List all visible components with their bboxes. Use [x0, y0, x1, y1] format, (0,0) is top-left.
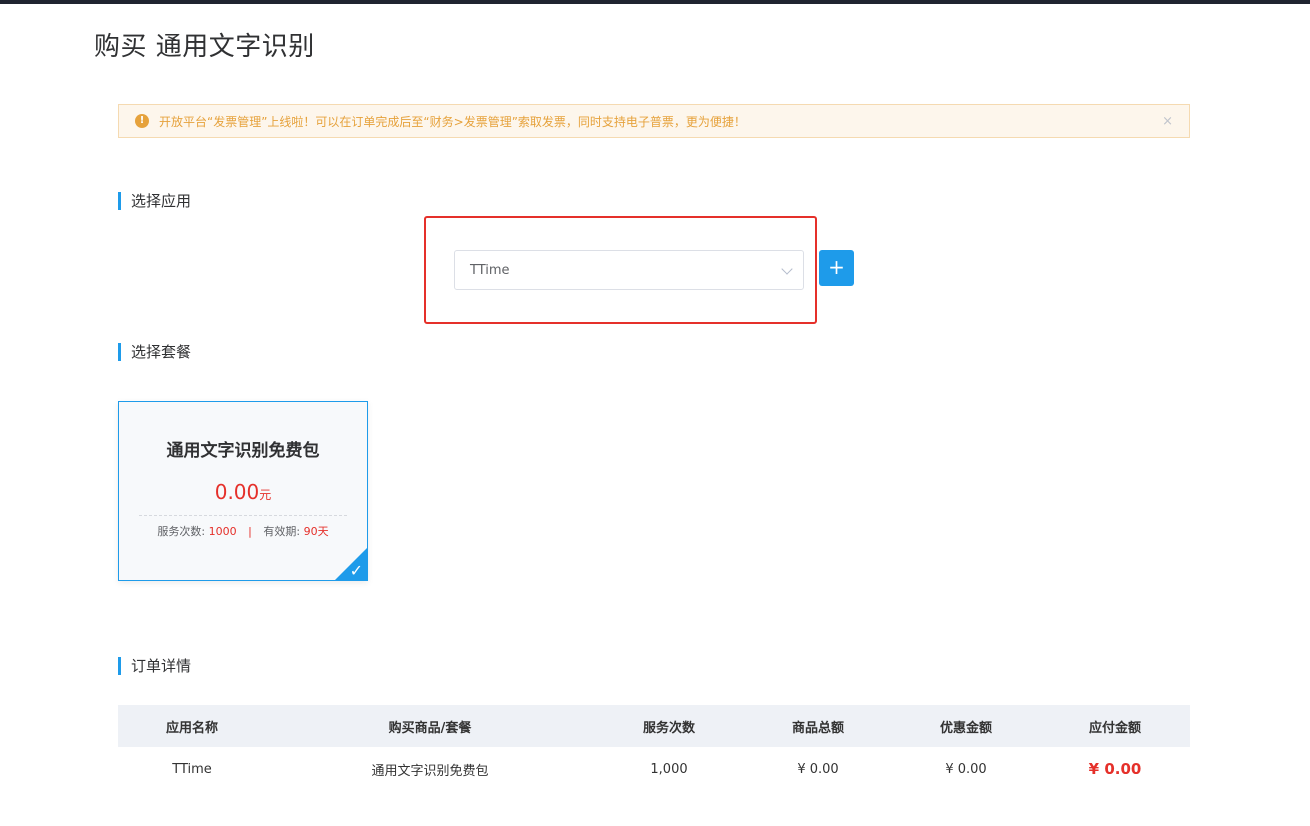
page-title: 购买 通用文字识别: [94, 32, 315, 62]
package-price: 0.00元: [119, 480, 367, 504]
count-label: 服务次数:: [157, 525, 206, 538]
close-icon[interactable]: ×: [1162, 114, 1173, 129]
header-total: 商品总额: [744, 705, 892, 747]
header-payable: 应付金额: [1040, 705, 1190, 747]
cell-payable: ¥ 0.00: [1088, 760, 1142, 778]
notice-banner: ! 开放平台“发票管理”上线啦！可以在订单完成后至“财务>发票管理”索取发票，同…: [118, 104, 1190, 138]
count-value: 1000: [208, 525, 237, 538]
cell-product: 通用文字识别免费包: [371, 763, 489, 779]
chevron-down-icon: [781, 263, 793, 275]
cell-total: ¥ 0.00: [797, 761, 839, 777]
validity-label: 有效期:: [263, 525, 301, 538]
notice-text: 开放平台“发票管理”上线啦！可以在订单完成后至“财务>发票管理”索取发票，同时支…: [159, 114, 746, 129]
table-row: TTime 通用文字识别免费包 1,000 ¥ 0.00 ¥ 0.00 ¥ 0.…: [118, 747, 1190, 791]
top-strip: [0, 0, 1310, 4]
app-select-value: TTime: [470, 262, 510, 278]
meta-separator: |: [248, 525, 252, 538]
warning-icon: !: [135, 114, 149, 128]
section-title-order: 订单详情: [118, 657, 191, 675]
app-select[interactable]: TTime: [454, 250, 804, 290]
add-app-button[interactable]: +: [819, 250, 854, 286]
validity-value: 90天: [303, 525, 329, 538]
header-product: 购买商品/套餐: [266, 705, 594, 747]
cell-app-name: TTime: [172, 761, 212, 777]
card-divider: [139, 515, 347, 516]
header-discount: 优惠金额: [892, 705, 1040, 747]
package-price-value: 0.00: [214, 480, 260, 504]
package-price-unit: 元: [259, 488, 272, 502]
order-table-header: 应用名称 购买商品/套餐 服务次数 商品总额 优惠金额 应付金额: [118, 705, 1190, 747]
package-name: 通用文字识别免费包: [166, 441, 320, 461]
cell-count: 1,000: [650, 761, 688, 777]
package-card[interactable]: 通用文字识别免费包 0.00元 服务次数: 1000 | 有效期: 90天 ✓: [118, 401, 368, 581]
section-title-package: 选择套餐: [118, 343, 191, 361]
header-app-name: 应用名称: [118, 705, 266, 747]
section-title-app: 选择应用: [118, 192, 191, 210]
cell-discount: ¥ 0.00: [945, 761, 987, 777]
check-icon: ✓: [349, 561, 363, 580]
header-count: 服务次数: [594, 705, 744, 747]
package-meta: 服务次数: 1000 | 有效期: 90天: [119, 523, 367, 539]
order-table: 应用名称 购买商品/套餐 服务次数 商品总额 优惠金额 应付金额 TTime 通…: [118, 705, 1190, 791]
